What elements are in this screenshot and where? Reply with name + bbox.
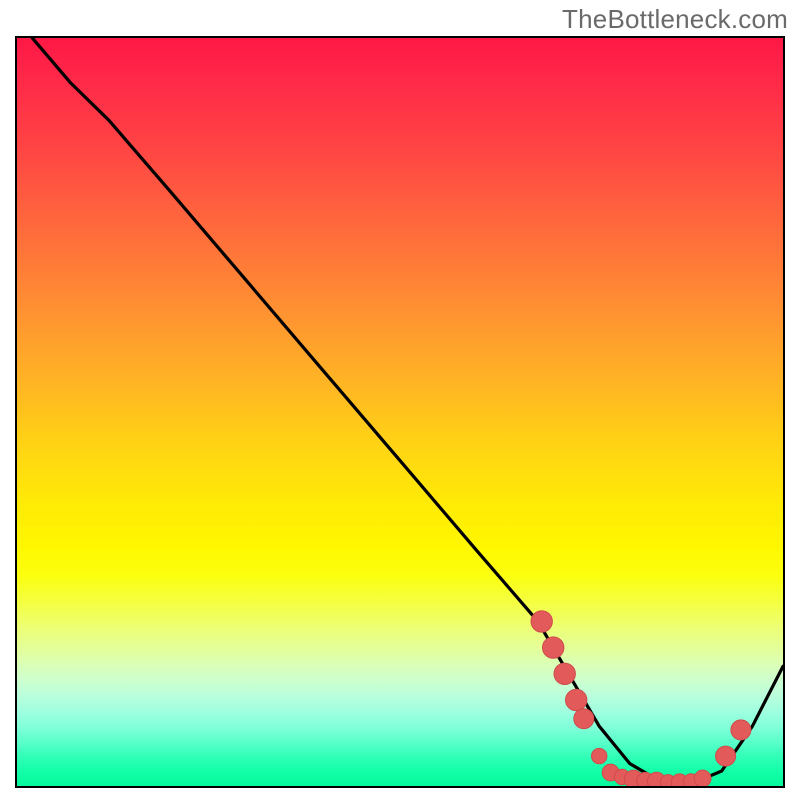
watermark-text: TheBottleneck.com [562, 4, 788, 35]
curve-marker [694, 770, 711, 786]
chart-svg [17, 38, 783, 786]
bottleneck-curve [32, 38, 783, 784]
curve-marker [566, 689, 587, 710]
curve-marker [592, 748, 607, 763]
curve-marker [531, 611, 552, 632]
curve-marker [554, 663, 575, 684]
curve-marker [543, 637, 564, 658]
curve-markers [531, 611, 751, 786]
curve-marker [716, 746, 736, 766]
plot-area [15, 36, 785, 788]
curve-marker [731, 720, 751, 740]
chart-stage: TheBottleneck.com [0, 0, 800, 800]
curve-marker [574, 709, 594, 729]
